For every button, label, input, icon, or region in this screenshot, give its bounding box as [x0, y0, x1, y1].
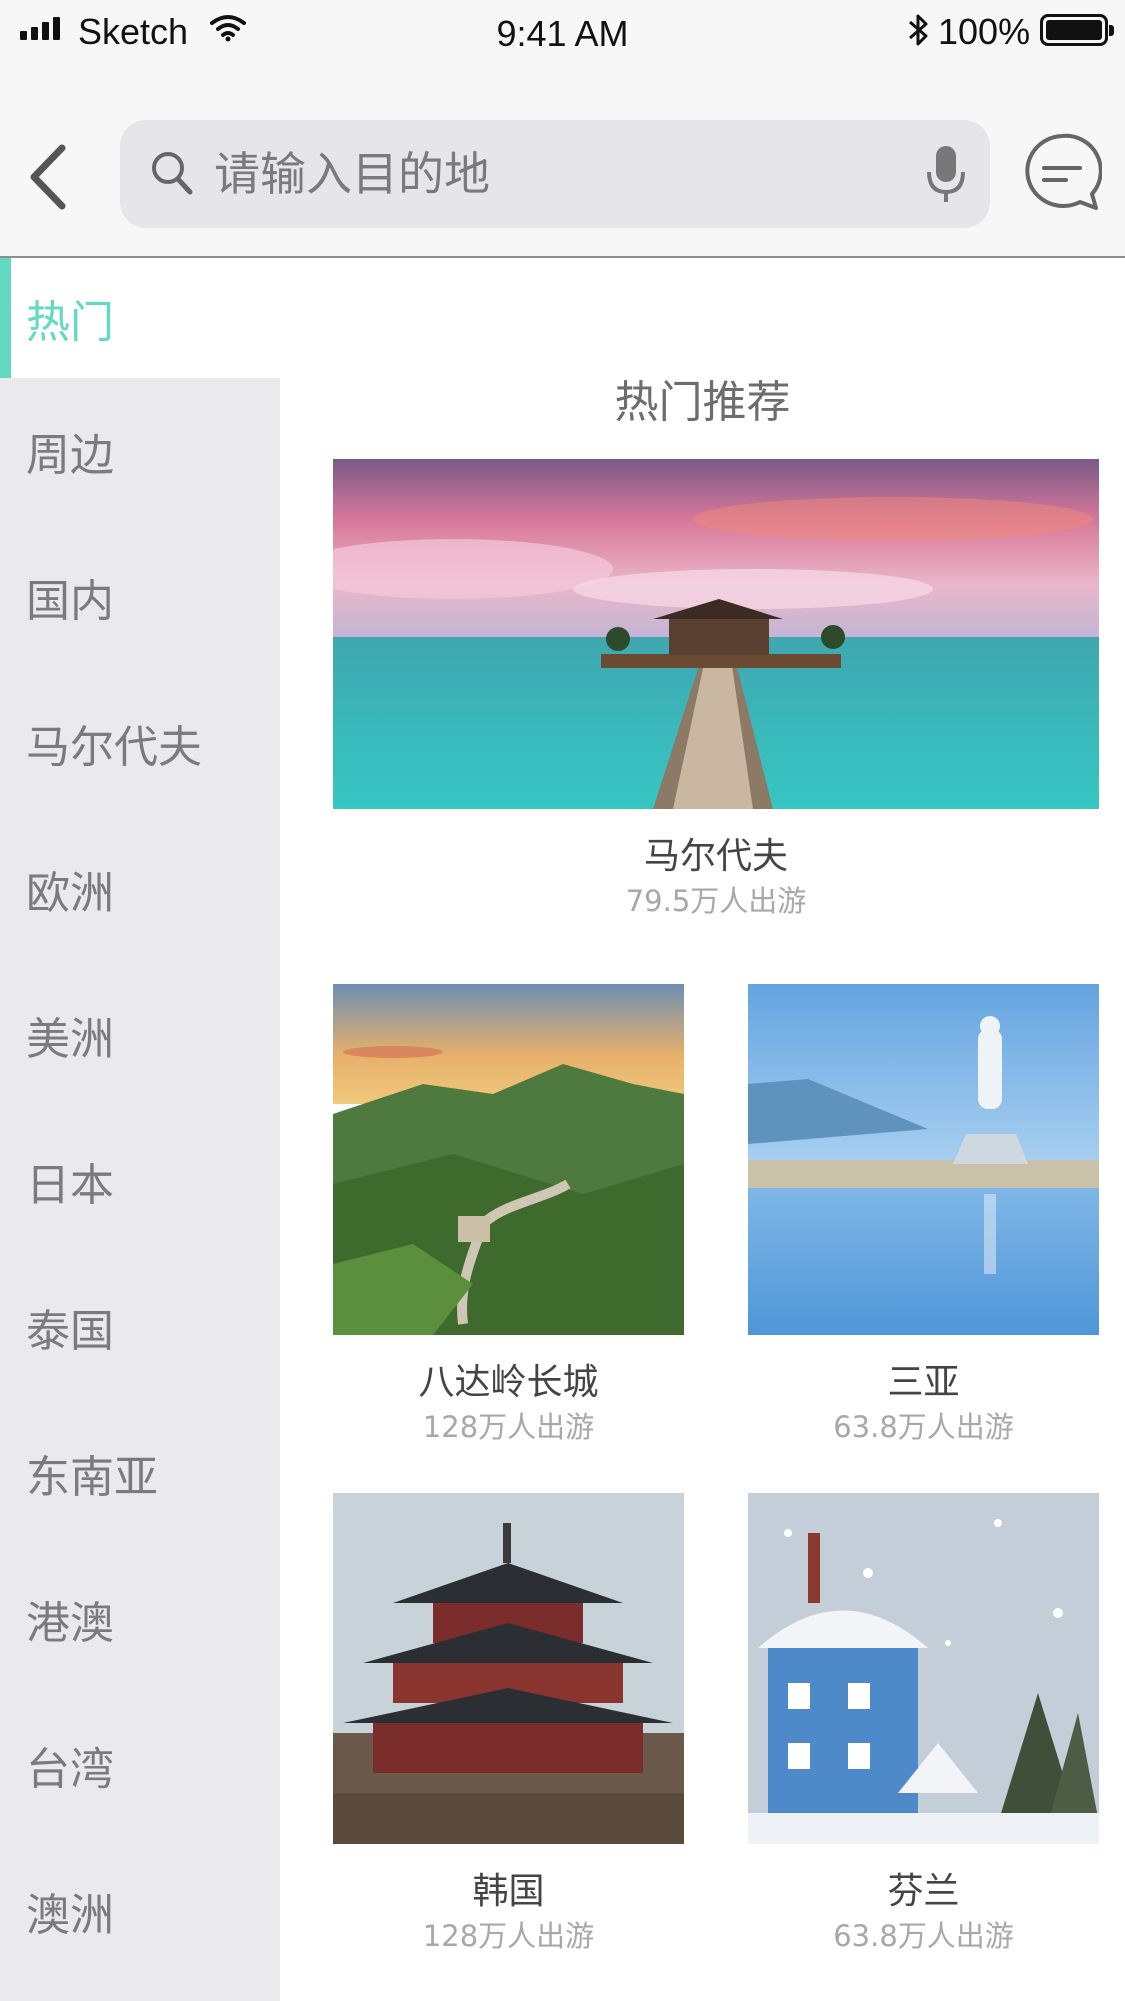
sidebar-item-hk-macau[interactable]: 港澳: [0, 1546, 280, 1692]
destination-name: 三亚: [887, 1362, 960, 1403]
search-bar[interactable]: [120, 120, 990, 228]
sidebar-item-europe[interactable]: 欧洲: [0, 816, 280, 962]
traveler-count: 79.5万人出游: [625, 884, 807, 918]
destination-name: 韩国: [472, 1871, 545, 1912]
sidebar-item-taiwan[interactable]: 台湾: [0, 1692, 280, 1838]
destination-card-korea[interactable]: 韩国 128万人出游: [333, 1493, 684, 1954]
microphone-icon[interactable]: [926, 144, 966, 206]
category-sidebar: 热门 周边 国内 马尔代夫 欧洲 美洲 日本 泰国 东南亚 港澳 台湾 澳洲: [0, 258, 280, 2001]
sidebar-item-maldives[interactable]: 马尔代夫: [0, 670, 280, 816]
traveler-count: 128万人出游: [422, 1919, 595, 1953]
battery-icon: [1040, 14, 1114, 46]
sidebar-item-thailand[interactable]: 泰国: [0, 1254, 280, 1400]
sidebar-item-southeast-asia[interactable]: 东南亚: [0, 1400, 280, 1546]
destination-name: 芬兰: [887, 1871, 960, 1912]
sidebar-item-japan[interactable]: 日本: [0, 1108, 280, 1254]
great-wall-photo: [333, 984, 684, 1335]
navigation-bar: [0, 64, 1125, 258]
traveler-count: 128万人出游: [422, 1410, 595, 1444]
battery-percent: 100%: [938, 11, 1031, 52]
message-bubble-icon[interactable]: [1022, 132, 1102, 212]
maldives-photo: [333, 459, 1099, 809]
section-title: 热门推荐: [614, 377, 791, 428]
recommendation-panel: 热门推荐 马尔代夫 79.5万人出游 八达岭长城 128万人出游 三亚 63.8…: [280, 258, 1125, 2001]
finland-photo: [748, 1493, 1099, 1844]
sidebar-item-hot[interactable]: 热门: [0, 258, 280, 378]
search-input[interactable]: [212, 120, 892, 228]
destination-card-finland[interactable]: 芬兰 63.8万人出游: [748, 1493, 1099, 1954]
sidebar-item-americas[interactable]: 美洲: [0, 962, 280, 1108]
status-bar: Sketch 9:41 AM 100%: [0, 0, 1125, 64]
destination-card-maldives[interactable]: 马尔代夫 79.5万人出游: [333, 459, 1099, 919]
korea-photo: [333, 1493, 684, 1844]
chevron-left-icon[interactable]: [24, 142, 74, 212]
destination-name: 马尔代夫: [643, 836, 788, 877]
destination-card-great-wall[interactable]: 八达岭长城 128万人出游: [333, 984, 684, 1445]
traveler-count: 63.8万人出游: [833, 1919, 1014, 1953]
sidebar-item-domestic[interactable]: 国内: [0, 524, 280, 670]
traveler-count: 63.8万人出游: [833, 1410, 1014, 1444]
destination-card-sanya[interactable]: 三亚 63.8万人出游: [748, 984, 1099, 1445]
sidebar-item-australia[interactable]: 澳洲: [0, 1838, 280, 1984]
sidebar-item-nearby[interactable]: 周边: [0, 378, 280, 524]
bluetooth-icon: [909, 14, 928, 46]
search-icon: [152, 152, 193, 195]
destination-name: 八达岭长城: [418, 1362, 599, 1403]
sanya-photo: [748, 984, 1099, 1335]
